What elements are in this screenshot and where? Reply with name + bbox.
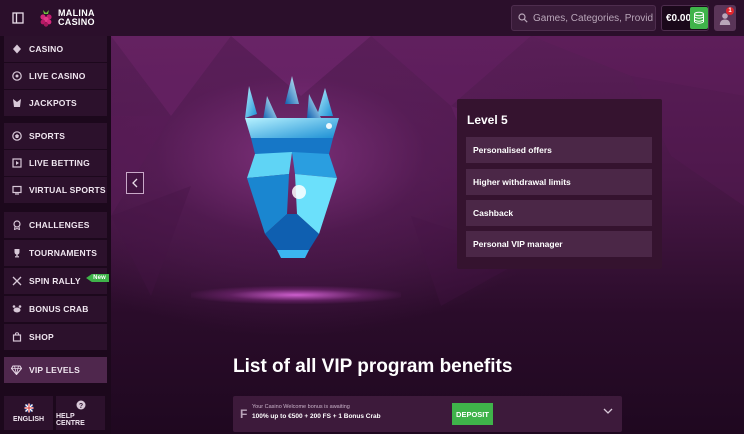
sidebar: CASINO LIVE CASINO JACKPOTS SPORTS LIVE … <box>0 36 111 434</box>
help-centre-label: HELP CENTRE <box>56 412 85 427</box>
medal-icon <box>4 220 29 230</box>
language-button[interactable]: ENGLISH <box>4 396 53 430</box>
svg-text:?: ? <box>78 402 82 409</box>
shop-icon <box>4 332 29 342</box>
virtual-sports-icon <box>4 185 29 195</box>
trophy-icon <box>4 248 29 258</box>
sidebar-item-live-casino[interactable]: LIVE CASINO <box>4 63 107 89</box>
level-title: Level 5 <box>467 113 508 127</box>
sidebar-toggle-button[interactable] <box>0 0 36 36</box>
raspberry-logo-icon <box>40 10 52 27</box>
deposit-button[interactable]: DEPOSIT <box>452 403 493 425</box>
sidebar-item-casino[interactable]: CASINO <box>4 36 107 62</box>
wallet-button[interactable] <box>690 7 708 29</box>
sidebar-item-virtual-sports[interactable]: VIRTUAL SPORTS <box>4 177 107 203</box>
live-betting-icon <box>4 158 29 168</box>
bonus-subtext: Your Casino Welcome bonus is awaiting <box>252 404 350 410</box>
bonus-offer-text: 100% up to €500 + 200 FS + 1 Bonus Crab <box>252 413 381 420</box>
crab-icon <box>4 304 29 314</box>
sidebar-item-label: TOURNAMENTS <box>29 248 98 258</box>
casino-logo[interactable]: MALINA CASINO <box>38 9 95 27</box>
sidebar-item-tournaments[interactable]: TOURNAMENTS <box>4 240 107 266</box>
search-input[interactable] <box>533 12 653 24</box>
sidebar-item-label: JACKPOTS <box>29 98 77 108</box>
benefit-item: Personalised offers <box>466 137 652 163</box>
sidebar-toggle-icon <box>12 12 24 24</box>
sidebar-item-label: VIP LEVELS <box>29 365 80 375</box>
sidebar-item-label: VIRTUAL SPORTS <box>29 185 106 195</box>
vip-level-panel: Level 5 Personalised offers Higher withd… <box>457 99 662 269</box>
jackpot-icon <box>4 98 29 108</box>
sidebar-item-label: LIVE BETTING <box>29 158 90 168</box>
sidebar-item-sports[interactable]: SPORTS <box>4 123 107 149</box>
casino-icon <box>4 44 29 54</box>
soccer-ball-icon <box>4 131 29 141</box>
benefits-list-title: List of all VIP program benefits <box>233 356 513 377</box>
help-icon: ? <box>76 400 85 409</box>
diamond-crown-trophy-image <box>245 76 339 258</box>
sidebar-item-label: SHOP <box>29 332 54 342</box>
sidebar-item-challenges[interactable]: CHALLENGES <box>4 212 107 238</box>
balance-amount: €0.00 <box>666 12 692 24</box>
sidebar-item-bonus-crab[interactable]: BONUS CRAB <box>4 296 107 322</box>
sidebar-item-label: BONUS CRAB <box>29 304 89 314</box>
sidebar-item-label: SPIN RALLY <box>29 276 81 286</box>
sidebar-item-vip-levels[interactable]: VIP LEVELS <box>4 357 107 383</box>
profile-button[interactable]: 1 <box>714 5 736 31</box>
notification-badge: 1 <box>726 7 734 15</box>
chevron-down-icon[interactable] <box>603 408 613 415</box>
chevron-left-icon <box>132 178 138 188</box>
trophy-glow <box>191 286 401 304</box>
search-box[interactable] <box>511 5 656 31</box>
accordion-row-initial: F <box>240 407 248 421</box>
welcome-bonus-banner: F Your Casino Welcome bonus is awaiting … <box>233 396 622 432</box>
benefit-label: Cashback <box>473 208 514 218</box>
roulette-icon <box>4 71 29 81</box>
search-icon <box>518 13 528 23</box>
sidebar-item-shop[interactable]: SHOP <box>4 324 107 350</box>
benefit-item: Cashback <box>466 200 652 226</box>
vip-hero: Level 5 Personalised offers Higher withd… <box>111 36 744 434</box>
benefit-label: Personalised offers <box>473 145 552 155</box>
sidebar-item-jackpots[interactable]: JACKPOTS <box>4 90 107 116</box>
sidebar-item-label: LIVE CASINO <box>29 71 86 81</box>
coins-icon <box>694 11 704 24</box>
benefit-item: Personal VIP manager <box>466 231 652 257</box>
benefit-item: Higher withdrawal limits <box>466 169 652 195</box>
uk-flag-icon <box>24 403 33 413</box>
diamond-icon <box>4 365 29 375</box>
sidebar-item-spin-rally[interactable]: SPIN RALLY New <box>4 268 109 294</box>
benefit-label: Higher withdrawal limits <box>473 177 571 187</box>
language-label: ENGLISH <box>12 416 45 423</box>
sidebar-item-label: CASINO <box>29 44 64 54</box>
logo-line-2: CASINO <box>58 17 95 27</box>
previous-level-button[interactable] <box>126 172 144 194</box>
sidebar-item-live-betting[interactable]: LIVE BETTING <box>4 150 107 176</box>
spin-rally-icon <box>4 276 29 286</box>
sidebar-item-label: CHALLENGES <box>29 220 90 230</box>
new-badge: New <box>86 274 109 282</box>
benefit-label: Personal VIP manager <box>473 239 563 249</box>
help-centre-button[interactable]: ? HELP CENTRE <box>56 396 105 430</box>
top-bar: MALINA CASINO €0.00 1 <box>0 0 744 36</box>
sidebar-item-label: SPORTS <box>29 131 66 141</box>
